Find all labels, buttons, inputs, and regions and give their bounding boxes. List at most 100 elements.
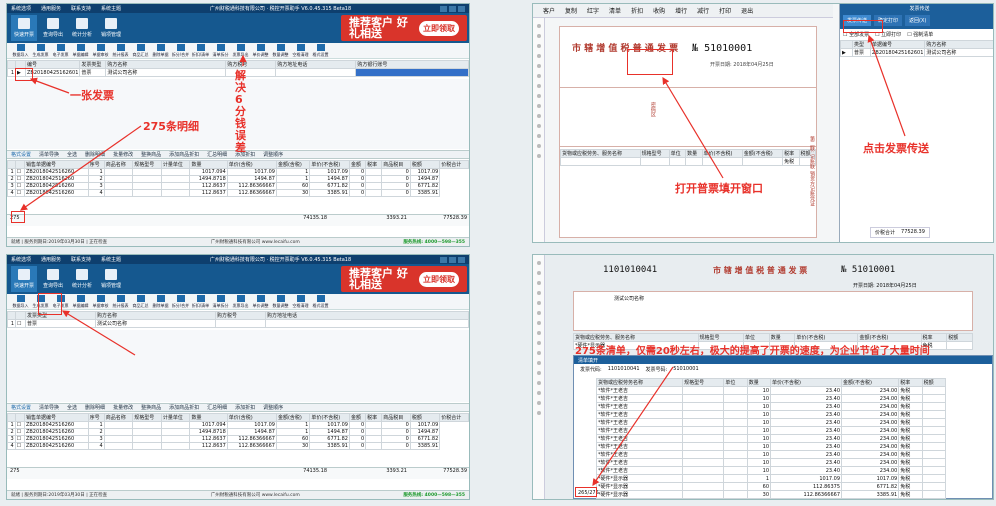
- tool-format-2[interactable]: 格式设置: [311, 294, 330, 309]
- table-row[interactable]: *软件*王老吉 10 23.40 234.00 免税: [595, 458, 947, 467]
- table-row[interactable]: *软件*王老吉 10 23.40 234.00 免税: [595, 426, 947, 435]
- force-list-checkbox[interactable]: ☐ 强制清单: [907, 31, 933, 38]
- tool-qty-adjust[interactable]: 数量调整: [271, 43, 290, 58]
- table-row[interactable]: *软件*王老吉 10 23.40 234.00 免税: [595, 466, 947, 475]
- menu-theme[interactable]: 系统主题: [101, 5, 121, 12]
- format-button-2[interactable]: 格式设置: [11, 404, 31, 411]
- table-row[interactable]: 4 ☐ ZB2018042516260 4 112.8637 112.86366667 30…: [7, 189, 469, 197]
- menu-system-2[interactable]: 系统选项: [11, 256, 31, 263]
- summary-detail-button[interactable]: 汇总明细: [207, 151, 227, 158]
- menu-support-2[interactable]: 联系支持: [71, 256, 91, 263]
- discount-button[interactable]: 折扣: [631, 6, 643, 15]
- promo-banner-2[interactable]: 推荐客户 好礼相送 立即领取: [341, 266, 467, 292]
- table-row[interactable]: 1 ☐ ZB2018042516260 1 1017.094 1017.09 1 1017.0…: [7, 168, 469, 176]
- table-row[interactable]: *软件*王老吉 10 23.40 234.00 免税: [595, 386, 947, 395]
- menu-system[interactable]: 系统选项: [11, 5, 31, 12]
- menu-service[interactable]: 通用服务: [41, 5, 61, 12]
- tool-price-adjust-2[interactable]: 单价调整: [251, 294, 270, 309]
- table-row[interactable]: 3 ☐ ZB2018042516260 3 112.8637 112.86366667 60…: [7, 435, 469, 443]
- select-all-button-2[interactable]: 全选: [67, 404, 77, 411]
- tool-discount[interactable]: 折扣/清单: [191, 43, 210, 58]
- table-row[interactable]: *硬件*显示器 60 112.86375 6771.82 免税: [595, 482, 947, 491]
- tool-clean[interactable]: 空格清理: [291, 43, 310, 58]
- batch-edit-button-2[interactable]: 批量修改: [113, 404, 133, 411]
- table-row[interactable]: *软件*王老吉 10 23.40 234.00 免税: [595, 418, 947, 427]
- copy-button[interactable]: 复制: [565, 6, 577, 15]
- table-row[interactable]: *硬件*显示器 1 1017.09 1017.09 免税: [595, 474, 947, 483]
- tool-delete-2[interactable]: 删除单据: [151, 294, 170, 309]
- list-button[interactable]: 清单: [609, 6, 621, 15]
- menu-service-2[interactable]: 通用服务: [41, 256, 61, 263]
- promo-banner[interactable]: 推荐客户 好礼相送 立即领取: [341, 15, 467, 41]
- table-row[interactable]: 1 ☐ 普票 测试公司名称: [7, 319, 469, 328]
- remove-row-button[interactable]: 减行: [697, 6, 709, 15]
- table-row[interactable]: *软件*王老吉 10 23.40 234.00 免税: [595, 450, 947, 459]
- query-export-button[interactable]: 查询导出: [40, 15, 66, 41]
- tool-e-invoice[interactable]: 电子发票: [51, 43, 70, 58]
- reorder-button-2[interactable]: 调整顺序: [263, 404, 283, 411]
- table-row[interactable]: *硬件*显示器 10033.766511116076.36免税: [595, 498, 947, 499]
- maximize-icon[interactable]: [449, 5, 456, 12]
- tool-report-2[interactable]: 统计报表: [111, 294, 130, 309]
- tool-import[interactable]: 数据导入: [11, 43, 30, 58]
- replace-goods-button-2[interactable]: 整换商品: [141, 404, 161, 411]
- format-button[interactable]: 格式设置: [11, 151, 31, 158]
- tool-edit[interactable]: 单据编辑: [71, 43, 90, 58]
- minimize-icon[interactable]: [440, 5, 447, 12]
- tool-split-merge[interactable]: 拆分/合并: [171, 43, 190, 58]
- table-row[interactable]: *软件*王老吉 10 23.40 234.00 免税: [595, 394, 947, 403]
- sales-manage-button[interactable]: 销项管理: [98, 15, 124, 41]
- tool-split-merge-2[interactable]: 拆分/合并: [171, 294, 190, 309]
- print-button[interactable]: 打印: [719, 6, 731, 15]
- tool-report[interactable]: 统计报表: [111, 43, 130, 58]
- promo-claim-button[interactable]: 立即领取: [419, 20, 459, 36]
- tool-qty-adjust-2[interactable]: 数量调整: [271, 294, 290, 309]
- add-discount-button-2[interactable]: 添加折扣: [235, 404, 255, 411]
- promo-claim-button-2[interactable]: 立即领取: [419, 271, 459, 287]
- menu-support[interactable]: 联系支持: [71, 5, 91, 12]
- table-row[interactable]: 免税: [560, 157, 817, 166]
- quick-invoice-button-2[interactable]: 快速开票: [11, 266, 37, 292]
- purchase-button[interactable]: 收购: [653, 6, 665, 15]
- table-row[interactable]: 2 ☐ ZB2018042516260 2 1494.8718 1494.87 1 1494.…: [7, 175, 469, 183]
- batch-edit-button[interactable]: 批量修改: [113, 151, 133, 158]
- select-all-button[interactable]: 全选: [67, 151, 77, 158]
- list-convert-button[interactable]: 清单导换: [39, 151, 59, 158]
- tool-audit-2[interactable]: 单据审核: [91, 294, 110, 309]
- tool-format[interactable]: 格式设置: [311, 43, 330, 58]
- red-invoice-button[interactable]: 红字: [587, 6, 599, 15]
- back-button[interactable]: 返回(X): [905, 15, 931, 26]
- statistics-button[interactable]: 统计分析: [69, 15, 95, 41]
- tool-export-2[interactable]: 发票导出: [231, 294, 250, 309]
- tool-import-2[interactable]: 数据导入: [11, 294, 30, 309]
- tool-audit[interactable]: 单据审核: [91, 43, 110, 58]
- add-goods-discount-button[interactable]: 添加商品折扣: [169, 151, 199, 158]
- customer-button[interactable]: 客户: [543, 6, 555, 15]
- table-row[interactable]: *软件*王老吉 10 23.40 234.00 免税: [595, 402, 947, 411]
- tool-list-split[interactable]: 清单拆分: [211, 43, 230, 58]
- table-row[interactable]: 2 ☐ ZB2018042516260 2 1494.8718 1494.87 1 1494.…: [7, 428, 469, 436]
- tool-summary-2[interactable]: 商品汇总: [131, 294, 150, 309]
- table-row[interactable]: *硬件*显示器 30 112.86366667 3385.91 免税: [595, 490, 947, 499]
- replace-goods-button[interactable]: 整换商品: [141, 151, 161, 158]
- tool-summary[interactable]: 商品汇总: [131, 43, 150, 58]
- statistics-button-2[interactable]: 统计分析: [69, 266, 95, 292]
- tool-generate-invoice[interactable]: 生成发票: [31, 43, 50, 58]
- tool-export[interactable]: 发票导出: [231, 43, 250, 58]
- table-row[interactable]: *软件*王老吉 10 23.40 234.00 免税: [595, 434, 947, 443]
- exit-button[interactable]: 退出: [741, 6, 753, 15]
- sales-manage-button-2[interactable]: 销项管理: [98, 266, 124, 292]
- tool-discount-2[interactable]: 折扣/清单: [191, 294, 210, 309]
- add-goods-discount-button-2[interactable]: 添加商品折扣: [169, 404, 199, 411]
- close-icon[interactable]: [458, 5, 465, 12]
- table-row[interactable]: *软件*王老吉 10 23.40 234.00 免税: [595, 442, 947, 451]
- tool-price-adjust[interactable]: 单价调整: [251, 43, 270, 58]
- delete-detail-button-2[interactable]: 删除明细: [85, 404, 105, 411]
- reorder-button[interactable]: 调整顺序: [263, 151, 283, 158]
- tool-edit-2[interactable]: 单据编辑: [71, 294, 90, 309]
- query-export-button-2[interactable]: 查询导出: [40, 266, 66, 292]
- table-row[interactable]: 3 ☐ ZB2018042516260 3 112.8637 112.86366667 60…: [7, 182, 469, 190]
- menu-theme-2[interactable]: 系统主题: [101, 256, 121, 263]
- tool-list-split-2[interactable]: 清单拆分: [211, 294, 230, 309]
- summary-detail-button-2[interactable]: 汇总明细: [207, 404, 227, 411]
